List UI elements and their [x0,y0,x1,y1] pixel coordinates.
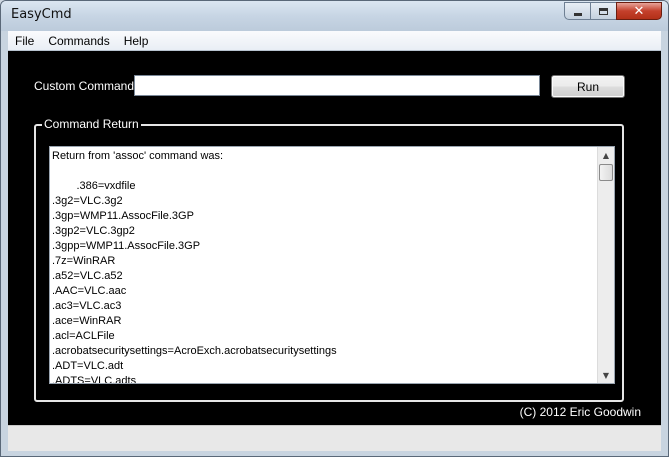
output-lines: Return from 'assoc' command was: .386=vx… [52,149,596,384]
output-line: .acl=ACLFile [52,330,115,342]
maximize-button[interactable] [590,2,617,20]
status-bar [8,425,661,451]
output-line: .ac3=VLC.ac3 [52,300,122,312]
output-line: Return from 'assoc' command was: [52,150,224,162]
close-button[interactable]: ✕ [616,2,662,20]
client-area: Custom Command: Run Command Return Retur… [8,51,661,425]
output-line: .ace=WinRAR [52,315,122,327]
chevron-down-icon[interactable]: ▼ [598,367,614,383]
command-output-textarea[interactable]: Return from 'assoc' command was: .386=vx… [49,146,615,384]
minimize-icon [573,12,582,16]
run-button[interactable]: Run [551,75,625,98]
output-line: .3g2=VLC.3g2 [52,195,123,207]
caption-buttons: ✕ [564,2,662,20]
app-window: EasyCmd ✕ File Commands Help Custom Comm… [0,0,669,457]
output-line: .3gpp=WMP11.AssocFile.3GP [52,240,201,252]
output-line: .3gp=WMP11.AssocFile.3GP [52,210,194,222]
chevron-up-icon[interactable]: ▲ [598,147,614,163]
output-line: .7z=WinRAR [52,255,116,267]
output-line: .ADTS=VLC.adts [52,375,137,384]
copyright-text: (C) 2012 Eric Goodwin [519,405,641,419]
close-icon: ✕ [633,3,645,19]
minimize-button[interactable] [564,2,591,20]
output-line: .386=vxdfile [52,180,136,192]
output-line: .ADT=VLC.adt [52,360,124,372]
vertical-scrollbar[interactable]: ▲ ▼ [597,147,614,383]
output-line: .AAC=VLC.aac [52,285,127,297]
scrollbar-thumb[interactable] [599,164,613,181]
custom-command-label: Custom Command: [34,79,138,93]
menu-commands[interactable]: Commands [41,34,116,48]
menu-file[interactable]: File [8,34,41,48]
output-line: .a52=VLC.a52 [52,270,123,282]
output-line: .acrobatsecuritysettings=AcroExch.acroba… [52,345,337,357]
output-line: .3gp2=VLC.3gp2 [52,225,135,237]
menu-help[interactable]: Help [117,34,156,48]
command-return-title: Command Return [42,117,141,131]
window-title: EasyCmd [11,7,72,22]
maximize-icon [599,7,608,15]
custom-command-input[interactable] [134,75,540,96]
command-return-group: Command Return Return from 'assoc' comma… [34,117,624,402]
menu-bar: File Commands Help [8,31,661,51]
title-bar[interactable]: EasyCmd ✕ [1,1,668,31]
